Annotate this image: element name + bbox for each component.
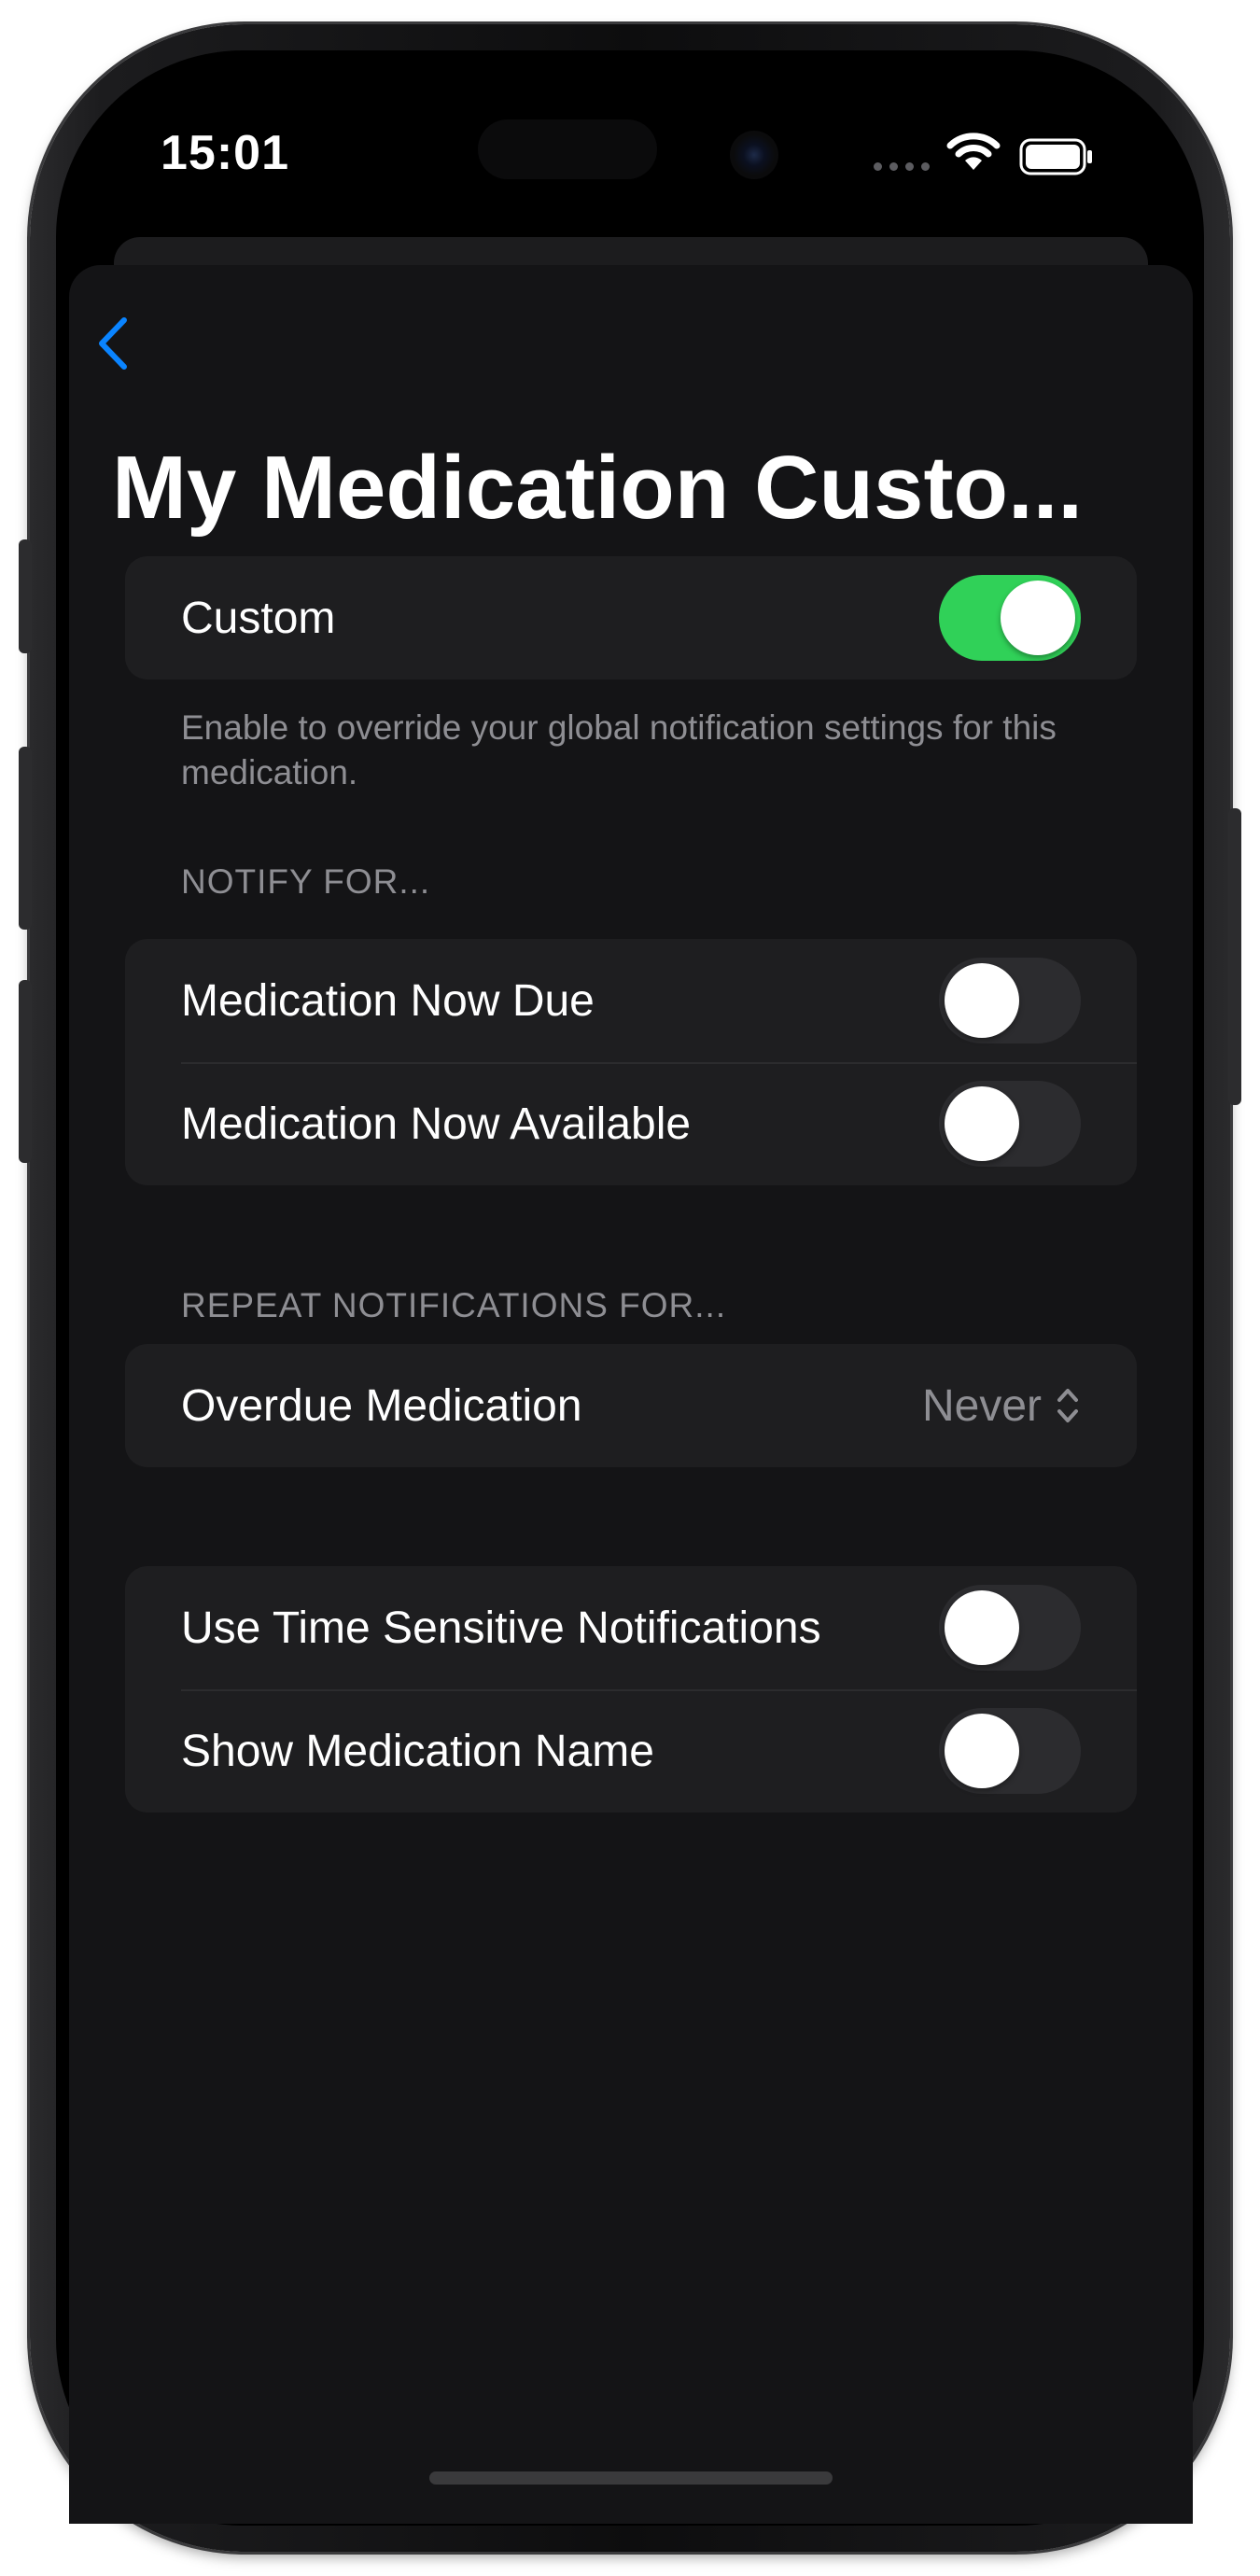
camera-icon [730, 131, 778, 179]
custom-footnote: Enable to override your global notificat… [181, 708, 1057, 791]
show-medication-name-label: Show Medication Name [181, 1726, 654, 1776]
overdue-value: Never [921, 1380, 1042, 1431]
home-indicator[interactable] [429, 2471, 833, 2485]
toggle-knob [945, 963, 1019, 1038]
time-sensitive-row: Use Time Sensitive Notifications [125, 1566, 1137, 1689]
status-time: 15:01 [161, 126, 289, 180]
notify-for-header: NOTIFY FOR... [181, 862, 431, 901]
overdue-picker[interactable]: Never [922, 1380, 1081, 1432]
toggle-knob [1001, 581, 1075, 655]
medication-now-available-toggle[interactable] [939, 1081, 1081, 1167]
time-sensitive-label: Use Time Sensitive Notifications [181, 1603, 821, 1653]
page-title: My Medication Custo... [112, 439, 1084, 538]
volume-down-button [19, 980, 32, 1163]
custom-group: Custom [125, 556, 1137, 679]
action-button [19, 539, 32, 653]
toggle-knob [945, 1086, 1019, 1161]
power-button [1228, 808, 1241, 1105]
show-medication-name-row: Show Medication Name [125, 1689, 1137, 1813]
custom-toggle[interactable] [939, 575, 1081, 661]
battery-icon [1019, 138, 1092, 175]
dynamic-island [478, 119, 657, 179]
wifi-icon [946, 133, 1001, 170]
time-sensitive-toggle[interactable] [939, 1585, 1081, 1671]
repeat-notifications-header: REPEAT NOTIFICATIONS FOR... [181, 1286, 727, 1324]
medication-now-available-row: Medication Now Available [125, 1062, 1137, 1185]
cellular-signal-icon [874, 162, 930, 171]
back-button[interactable] [90, 312, 134, 375]
chevron-up-down-icon [1057, 1389, 1078, 1422]
overdue-medication-row[interactable]: Overdue Medication Never [125, 1344, 1137, 1467]
medication-now-available-label: Medication Now Available [181, 1099, 692, 1149]
overdue-medication-label: Overdue Medication [181, 1380, 582, 1431]
show-medication-name-toggle[interactable] [939, 1708, 1081, 1794]
toggle-knob [945, 1590, 1019, 1665]
repeat-group: Overdue Medication Never [125, 1344, 1137, 1467]
toggle-knob [945, 1714, 1019, 1788]
medication-now-due-label: Medication Now Due [181, 975, 595, 1026]
volume-up-button [19, 747, 32, 930]
notify-group: Medication Now Due Medication Now Availa… [125, 939, 1137, 1185]
medication-now-due-toggle[interactable] [939, 958, 1081, 1043]
chevron-left-icon [99, 317, 127, 370]
custom-row: Custom [125, 556, 1137, 679]
medication-now-due-row: Medication Now Due [125, 939, 1137, 1062]
options-group: Use Time Sensitive Notifications Show Me… [125, 1566, 1137, 1813]
custom-label: Custom [181, 593, 336, 643]
